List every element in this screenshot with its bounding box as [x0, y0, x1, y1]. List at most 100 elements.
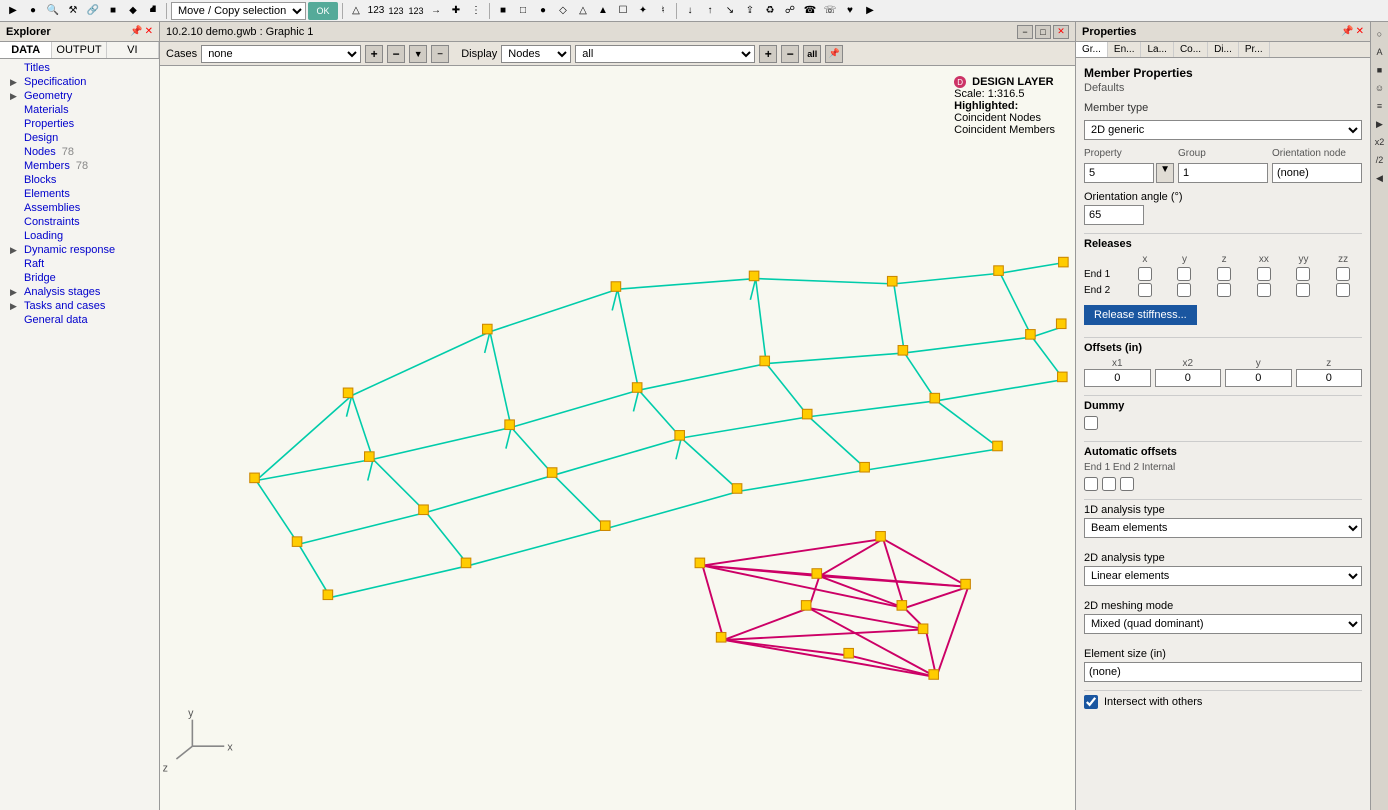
view2-icon[interactable]: □ — [514, 2, 532, 20]
view5-icon[interactable]: △ — [574, 2, 592, 20]
view6-icon[interactable]: ▲ — [594, 2, 612, 20]
close-icon[interactable]: ✕ — [145, 26, 153, 37]
end2-yy-checkbox[interactable] — [1296, 283, 1310, 297]
offset-x2-input[interactable] — [1155, 369, 1222, 387]
edge-btn-4[interactable]: ☺ — [1372, 80, 1388, 96]
member-type-select[interactable]: 2D generic — [1084, 120, 1362, 140]
tool-icon[interactable]: ⚒ — [64, 2, 82, 20]
pin-icon[interactable]: 📌 — [130, 26, 142, 37]
view4-icon[interactable]: ◇ — [554, 2, 572, 20]
panel-tab-la[interactable]: La... — [1141, 42, 1173, 57]
tree-item-properties[interactable]: Properties — [0, 117, 159, 131]
auto-offset-internal-checkbox[interactable] — [1120, 477, 1134, 491]
panel-tab-en[interactable]: En... — [1108, 42, 1142, 57]
node-icon[interactable]: ● — [24, 2, 42, 20]
tree-item-design[interactable]: Design — [0, 131, 159, 145]
tree-item-general-data[interactable]: General data — [0, 313, 159, 327]
panel-tab-pr[interactable]: Pr... — [1239, 42, 1270, 57]
tool4-icon[interactable]: ◆ — [124, 2, 142, 20]
display-select[interactable]: Nodes — [501, 45, 571, 63]
snap2-icon[interactable]: ⋮ — [467, 2, 485, 20]
close-panel-icon[interactable]: ✕ — [1356, 26, 1364, 37]
view7-icon[interactable]: ☐ — [614, 2, 632, 20]
tree-item-assemblies[interactable]: Assemblies — [0, 201, 159, 215]
tool2-icon[interactable]: 🔗 — [84, 2, 102, 20]
end1-zz-checkbox[interactable] — [1336, 267, 1350, 281]
num3-icon[interactable]: 123 — [407, 2, 425, 20]
tree-item-materials[interactable]: Materials — [0, 103, 159, 117]
panel-tab-gr[interactable]: Gr... — [1076, 42, 1108, 57]
ok-btn[interactable]: OK — [308, 2, 338, 20]
auto-offset-end2-checkbox[interactable] — [1102, 477, 1116, 491]
action6-icon[interactable]: ☍ — [781, 2, 799, 20]
tool3-icon[interactable]: ■ — [104, 2, 122, 20]
cases-remove-btn[interactable]: − — [387, 45, 405, 63]
display-add-btn[interactable]: + — [759, 45, 777, 63]
action3-icon[interactable]: ↘ — [721, 2, 739, 20]
tool5-icon[interactable]: ⛘ — [144, 2, 162, 20]
panel-tab-co[interactable]: Co... — [1174, 42, 1208, 57]
auto-offset-end1-checkbox[interactable] — [1084, 477, 1098, 491]
intersect-checkbox[interactable] — [1084, 695, 1098, 709]
action1-icon[interactable]: ↓ — [681, 2, 699, 20]
end2-xx-checkbox[interactable] — [1257, 283, 1271, 297]
snap-icon[interactable]: ✚ — [447, 2, 465, 20]
view9-icon[interactable]: ♮ — [654, 2, 672, 20]
group-input[interactable] — [1178, 163, 1268, 183]
edge-btn-3[interactable]: ■ — [1372, 62, 1388, 78]
minimize-btn[interactable]: − — [1017, 25, 1033, 39]
tree-item-tasks-cases[interactable]: ▶ Tasks and cases — [0, 299, 159, 313]
release-stiffness-btn[interactable]: Release stiffness... — [1084, 305, 1197, 325]
tree-item-dynamic-response[interactable]: ▶ Dynamic response — [0, 243, 159, 257]
end1-xx-checkbox[interactable] — [1257, 267, 1271, 281]
meshing-select[interactable]: Mixed (quad dominant) — [1084, 614, 1362, 634]
maximize-btn[interactable]: □ — [1035, 25, 1051, 39]
tree-item-constraints[interactable]: Constraints — [0, 215, 159, 229]
offset-y-input[interactable] — [1225, 369, 1292, 387]
display-pin-btn[interactable]: 📌 — [825, 45, 843, 63]
tree-item-specification[interactable]: ▶ Specification — [0, 75, 159, 89]
view8-icon[interactable]: ✦ — [634, 2, 652, 20]
analysis-2d-select[interactable]: Linear elements — [1084, 566, 1362, 586]
end1-z-checkbox[interactable] — [1217, 267, 1231, 281]
element-size-input[interactable] — [1084, 662, 1362, 682]
cases-expand-btn[interactable]: ▼ — [409, 45, 427, 63]
pin-panel-icon[interactable]: 📌 — [1341, 26, 1353, 37]
angle-icon[interactable]: △ — [347, 2, 365, 20]
action7-icon[interactable]: ☎ — [801, 2, 819, 20]
tree-item-analysis-stages[interactable]: ▶ Analysis stages — [0, 285, 159, 299]
edge-btn-5[interactable]: ≡ — [1372, 98, 1388, 114]
tree-item-bridge[interactable]: Bridge — [0, 271, 159, 285]
tree-item-raft[interactable]: Raft — [0, 257, 159, 271]
offset-x1-input[interactable] — [1084, 369, 1151, 387]
action2-icon[interactable]: ↑ — [701, 2, 719, 20]
all-select[interactable]: all — [575, 45, 755, 63]
tree-item-elements[interactable]: Elements — [0, 187, 159, 201]
edge-btn-collapse[interactable]: ◀ — [1372, 170, 1388, 186]
orientation-node-input[interactable] — [1272, 163, 1362, 183]
end2-y-checkbox[interactable] — [1177, 283, 1191, 297]
end1-x-checkbox[interactable] — [1138, 267, 1152, 281]
cases-add-btn[interactable]: + — [365, 45, 383, 63]
end2-z-checkbox[interactable] — [1217, 283, 1231, 297]
end2-x-checkbox[interactable] — [1138, 283, 1152, 297]
num2-icon[interactable]: 123 — [387, 2, 405, 20]
tree-item-loading[interactable]: Loading — [0, 229, 159, 243]
action4-icon[interactable]: ⇪ — [741, 2, 759, 20]
zoom-icon[interactable]: 🔍 — [44, 2, 62, 20]
tree-item-blocks[interactable]: Blocks — [0, 173, 159, 187]
tab-output[interactable]: OUTPUT — [52, 42, 106, 58]
display-all-btn[interactable]: all — [803, 45, 821, 63]
tree-item-nodes[interactable]: Nodes 78 — [0, 145, 159, 159]
action8-icon[interactable]: ☏ — [821, 2, 839, 20]
tree-item-members[interactable]: Members 78 — [0, 159, 159, 173]
edge-btn-2[interactable]: A — [1372, 44, 1388, 60]
orientation-angle-input[interactable] — [1084, 205, 1144, 225]
dummy-checkbox[interactable] — [1084, 416, 1098, 430]
select-icon[interactable]: ▶ — [4, 2, 22, 20]
action9-icon[interactable]: ♥ — [841, 2, 859, 20]
canvas-area[interactable]: D DESIGN LAYER Scale: 1:316.5 Highlighte… — [160, 66, 1075, 810]
view3-icon[interactable]: ● — [534, 2, 552, 20]
display-remove-btn[interactable]: − — [781, 45, 799, 63]
move-copy-dropdown[interactable]: Move / Copy selection — [171, 2, 306, 20]
